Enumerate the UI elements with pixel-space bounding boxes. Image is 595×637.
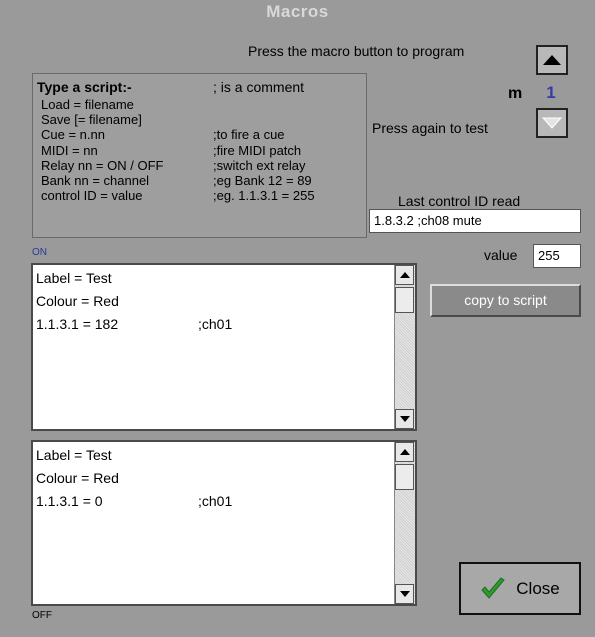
scroll-down-button[interactable] — [395, 409, 414, 429]
help-heading: Type a script:- — [37, 79, 132, 95]
help-line: Save [= filename] — [41, 112, 142, 128]
help-note: ​ — [213, 97, 315, 112]
help-note: ​ — [213, 112, 315, 127]
script-help-panel: Type a script:- ; is a comment Load = fi… — [32, 73, 367, 238]
help-commands: Load = filename Save [= filename] Cue = … — [41, 97, 163, 203]
scroll-up-button[interactable] — [395, 442, 414, 462]
scroll-down-button[interactable] — [395, 584, 414, 604]
value-label: value — [484, 247, 518, 263]
help-line: Cue = n.nn — [41, 127, 105, 143]
help-line: Bank nn = channel — [41, 173, 150, 189]
off-script-label: OFF — [32, 610, 52, 621]
script-line: Label = Test — [36, 447, 112, 463]
scroll-thumb[interactable] — [395, 464, 414, 490]
script-line: Colour = Red — [36, 470, 119, 486]
scroll-thumb[interactable] — [395, 287, 414, 313]
off-script-textarea[interactable]: Label = Test Colour = Red 1.1.3.1 = 0 ;ch… — [31, 440, 417, 606]
help-comment-note: ; is a comment — [213, 79, 305, 95]
last-control-field[interactable]: 1.8.3.2 ;ch08 mute — [369, 209, 581, 233]
help-notes: ​ ​ ;to fire a cue ;fire MIDI patch ;swi… — [213, 97, 315, 203]
macro-number: 1 — [546, 83, 556, 102]
on-script-label: ON — [32, 247, 47, 258]
scroll-up-arrow-icon — [399, 272, 410, 278]
help-line: Relay nn = ON / OFF — [41, 157, 164, 173]
copy-to-script-button[interactable]: copy to script — [430, 284, 581, 317]
checkmark-icon — [481, 576, 506, 599]
macro-prefix-label: m — [508, 85, 523, 102]
script-line: 1.1.3.1 = 0 ;ch01 — [36, 493, 233, 509]
help-note: ;to fire a cue — [213, 127, 285, 143]
off-script-text: Label = Test Colour = Red 1.1.3.1 = 0 ;ch… — [36, 444, 393, 513]
help-note: ;fire MIDI patch — [213, 142, 302, 158]
last-control-label: Last control ID read — [398, 193, 521, 209]
on-script-scrollbar[interactable] — [394, 265, 415, 429]
on-script-text: Label = Test Colour = Red 1.1.3.1 = 182;… — [36, 267, 393, 336]
script-line: Colour = Red — [36, 293, 119, 309]
scroll-up-arrow-icon — [399, 449, 410, 455]
window-title: Macros — [266, 2, 329, 21]
help-line: MIDI = nn — [41, 142, 98, 158]
close-button[interactable]: Close — [459, 562, 581, 615]
help-line: control ID = value — [41, 188, 143, 204]
help-note: ;switch ext relay — [213, 157, 306, 173]
off-script-scrollbar[interactable] — [394, 442, 415, 604]
help-line: Load = filename — [41, 97, 134, 112]
scroll-down-arrow-icon — [399, 416, 410, 422]
value-field[interactable]: 255 — [533, 244, 581, 268]
triangle-down-icon — [542, 117, 562, 129]
script-line: 1.1.3.1 = 182 ;ch01 — [36, 316, 233, 332]
macro-down-button[interactable] — [536, 108, 568, 138]
script-line: Label = Test — [36, 270, 112, 286]
scroll-up-button[interactable] — [395, 265, 414, 285]
triangle-up-icon — [543, 55, 561, 65]
on-script-textarea[interactable]: Label = Test Colour = Red 1.1.3.1 = 182;… — [31, 263, 417, 431]
help-note: ;eg. 1.1.3.1 = 255 — [213, 188, 315, 204]
scroll-down-arrow-icon — [399, 591, 410, 597]
instruction-text: Press the macro button to program — [248, 43, 465, 59]
macro-up-button[interactable] — [536, 45, 568, 75]
press-again-text: Press again to test — [372, 120, 488, 136]
close-button-label: Close — [516, 578, 560, 598]
help-note: ;eg Bank 12 = 89 — [213, 173, 312, 189]
